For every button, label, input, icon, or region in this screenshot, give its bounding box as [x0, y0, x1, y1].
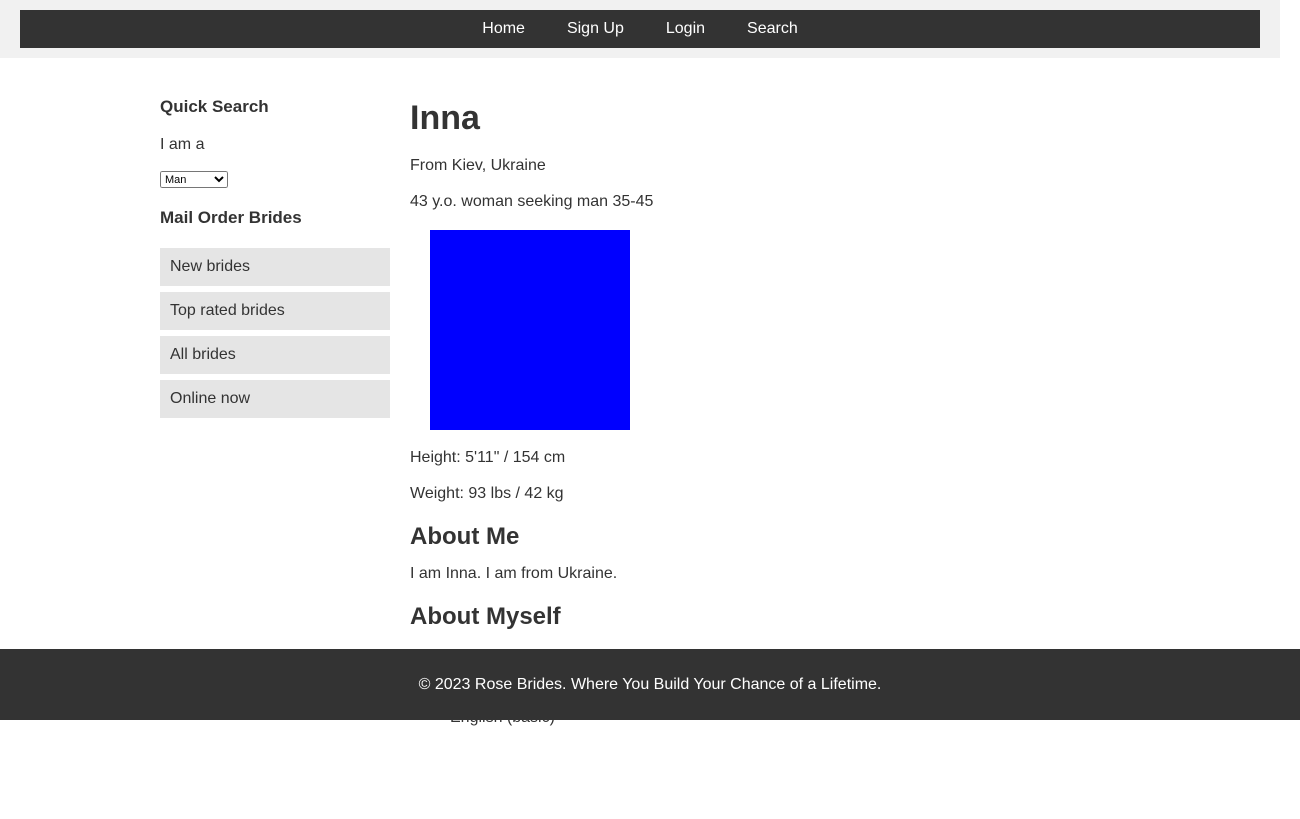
footer-text: © 2023 Rose Brides. Where You Build Your… — [418, 676, 882, 693]
profile-height: Height: 5'11" / 154 cm — [410, 449, 566, 466]
profile-seeking: 43 y.o. woman seeking man 35-45 — [410, 193, 654, 210]
sidebar: Quick Search I am a Man Mail Order Bride… — [160, 96, 390, 424]
nav-home-link[interactable]: Home — [461, 10, 546, 48]
profile-photo[interactable] — [430, 230, 630, 430]
sidebar-item-online-now[interactable]: Online now — [160, 380, 390, 418]
profile-location: From Kiev, Ukraine — [410, 157, 546, 174]
sidebar-item-all-brides[interactable]: All brides — [160, 336, 390, 374]
nav-signup-link[interactable]: Sign Up — [546, 10, 645, 48]
profile-name: Inna — [410, 99, 480, 137]
profile-main: Inna From Kiev, Ukraine 43 y.o. woman se… — [410, 98, 1010, 726]
header: Home Sign Up Login Search — [0, 0, 1280, 58]
quick-search-heading: Quick Search — [160, 97, 269, 116]
sidebar-item-top-rated-brides[interactable]: Top rated brides — [160, 292, 390, 330]
gender-select[interactable]: Man — [160, 171, 228, 188]
sidebar-item-new-brides[interactable]: New brides — [160, 248, 390, 286]
sidebar-link-list: New brides Top rated brides All brides O… — [160, 248, 390, 418]
mail-order-brides-heading: Mail Order Brides — [160, 208, 302, 227]
iam-label: I am a — [160, 136, 205, 153]
profile-weight: Weight: 93 lbs / 42 kg — [410, 485, 564, 502]
footer: © 2023 Rose Brides. Where You Build Your… — [0, 649, 1300, 720]
nav-search-link[interactable]: Search — [726, 10, 819, 48]
nav-login-link[interactable]: Login — [645, 10, 726, 48]
about-me-heading: About Me — [410, 523, 520, 550]
about-myself-heading: About Myself — [410, 603, 561, 630]
top-nav: Home Sign Up Login Search — [20, 10, 1260, 48]
about-me-text: I am Inna. I am from Ukraine. — [410, 565, 618, 582]
